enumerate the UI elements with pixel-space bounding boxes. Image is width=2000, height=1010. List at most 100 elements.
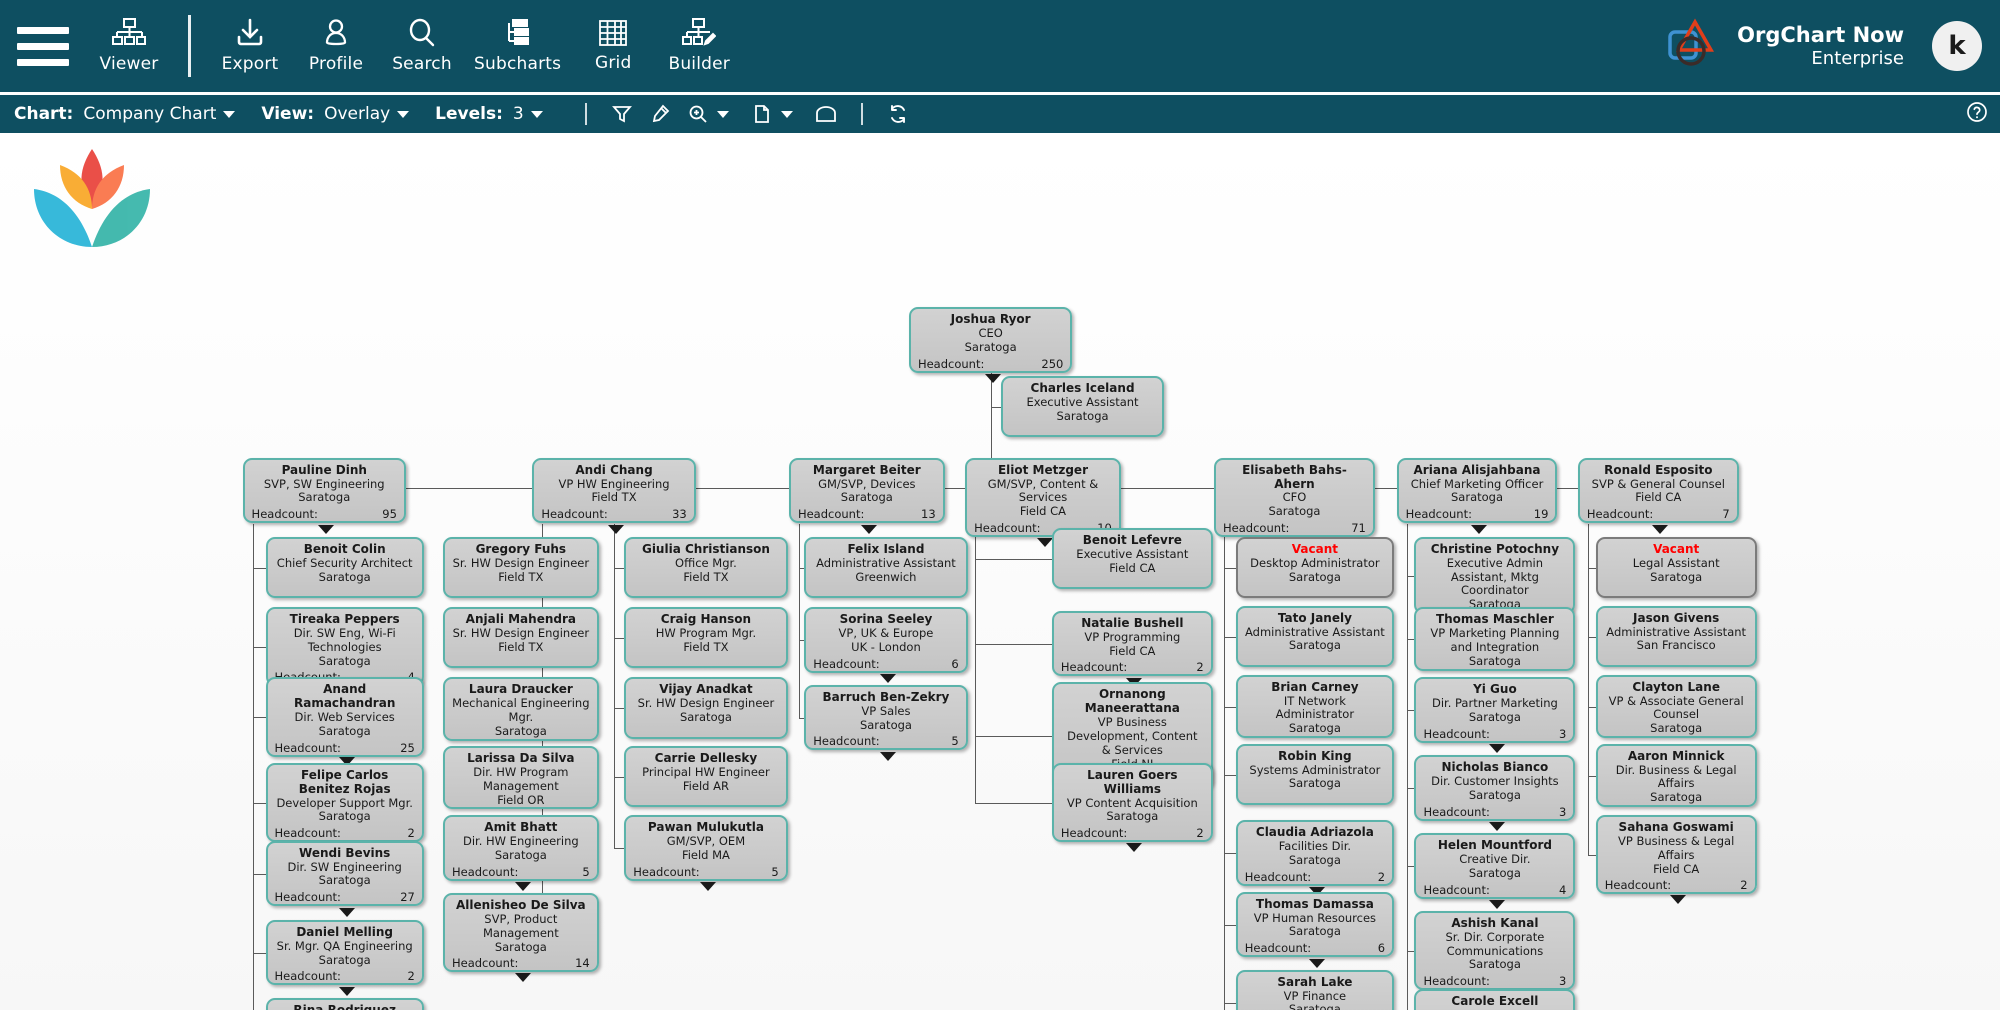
org-node[interactable]: Helen Mountford Creative Dir. Saratoga Head…	[1414, 833, 1576, 909]
org-node[interactable]: Jason Givens Administrative Assistant San …	[1595, 605, 1757, 668]
toolbar-item-grid[interactable]: Grid	[570, 0, 656, 94]
expand-children-triangle-icon[interactable]	[1670, 895, 1687, 905]
chart-selector-chevron-down-icon[interactable]	[223, 110, 236, 118]
org-node[interactable]: Thomas Damassa VP Human Resources Saratoga…	[1235, 891, 1395, 968]
org-node[interactable]: Daniel Melling Sr. Mgr. QA Engineering Sar…	[265, 919, 424, 996]
org-node[interactable]: Aaron Minnick Dir. Business & Legal Affai…	[1595, 743, 1757, 807]
org-node[interactable]: Vijay Anadkat Sr. HW Design Engineer Sarat…	[624, 677, 788, 739]
user-avatar[interactable]: k	[1932, 21, 1982, 71]
org-node[interactable]: Pauline Dinh SVP, SW Engineering Saratoga H…	[242, 457, 406, 534]
expand-children-triangle-icon[interactable]	[514, 973, 531, 982]
expand-children-triangle-icon[interactable]	[860, 524, 877, 534]
expand-children-triangle-icon[interactable]	[1488, 744, 1505, 754]
org-node[interactable]: Vacant Desktop Administrator Saratoga	[1235, 536, 1395, 599]
org-node[interactable]: Lauren Goers Williams VP Content Acquisit…	[1051, 762, 1213, 852]
expand-children-triangle-icon[interactable]	[1308, 958, 1325, 968]
toolbar-item-export[interactable]: Export	[207, 0, 293, 94]
org-node[interactable]: Tireaka Peppers Dir. SW Eng, Wi-Fi Techno…	[265, 607, 424, 697]
org-node[interactable]: Barruch Ben-Zekry VP Sales Saratoga Headcou…	[804, 684, 968, 761]
expand-children-triangle-icon[interactable]	[318, 524, 335, 534]
org-node[interactable]: Amit Bhatt Dir. HW Engineering Saratoga Hea…	[442, 815, 599, 892]
view-selector-chevron-down-icon[interactable]	[397, 110, 410, 118]
zoom-chevron-down-icon[interactable]	[716, 110, 729, 118]
org-node[interactable]: Joshua Ryor CEO Saratoga Headcount: 250	[908, 307, 1073, 384]
expand-children-triangle-icon[interactable]	[608, 524, 625, 534]
org-node[interactable]: Benoit Lefevre Executive Assistant Field C…	[1051, 527, 1213, 590]
org-node[interactable]: Felix Island Administrative Assistant Gree…	[804, 536, 968, 599]
chart-selector-value[interactable]: Company Chart	[83, 104, 216, 124]
org-node[interactable]: Clayton Lane VP & Associate General Couns…	[1595, 674, 1757, 738]
org-node[interactable]: Sarah LakeVP FinanceSaratogaHeadcount:19	[1235, 969, 1395, 1010]
expand-children-triangle-icon[interactable]	[1652, 524, 1669, 534]
toolbar-item-search[interactable]: Search	[379, 0, 465, 94]
highlighter-pen-icon[interactable]	[641, 99, 679, 129]
org-node[interactable]: Sorina Seeley VP, UK & Europe UK - London H…	[804, 607, 968, 684]
org-node[interactable]: Rina RodriguezVP Software, New ProductsS…	[265, 997, 424, 1010]
org-node[interactable]: Anjali Mahendra Sr. HW Design Engineer Fie…	[442, 607, 599, 669]
org-node[interactable]: Carole ExcellDir. Marketing Communicatio…	[1414, 988, 1576, 1010]
org-node[interactable]: Gregory Fuhs Sr. HW Design Engineer Field …	[442, 536, 599, 599]
org-node[interactable]: Giulia Christianson Office Mgr. Field TX	[624, 536, 788, 599]
org-node[interactable]: Ronald Esposito SVP & General Counsel Fiel…	[1577, 457, 1739, 534]
levels-selector-chevron-down-icon[interactable]	[530, 110, 543, 118]
org-node[interactable]: Anand Ramachandran Dir. Web Services Sarat…	[265, 677, 424, 767]
expand-children-triangle-icon[interactable]	[699, 882, 716, 892]
toolbar-item-profile[interactable]: Profile	[293, 0, 379, 94]
org-node[interactable]: Christine Potochny Executive Admin Assist…	[1414, 536, 1576, 614]
expand-children-triangle-icon[interactable]	[338, 986, 355, 996]
org-chart-canvas[interactable]: Joshua Ryor CEO Saratoga Headcount: 250 Charl…	[0, 133, 2000, 1010]
expand-children-triangle-icon[interactable]	[514, 882, 531, 892]
org-node[interactable]: Elisabeth Bahs-Ahern CFO Saratoga Headcount…	[1214, 457, 1375, 547]
org-node[interactable]: Andi Chang VP HW Engineering Field TX Headc…	[532, 457, 696, 534]
toolbar-item-subcharts[interactable]: Subcharts	[465, 0, 570, 94]
org-node[interactable]: Natalie Bushell VP Programming Field CA Hea…	[1051, 610, 1213, 687]
toolbar-item-builder[interactable]: Builder	[656, 0, 742, 94]
org-node[interactable]: Claudia Adriazola Facilities Dir. Saratoga…	[1235, 820, 1395, 897]
view-selector-value[interactable]: Overlay	[324, 104, 390, 124]
org-node[interactable]: Tato Janely Administrative Assistant Sarat…	[1235, 605, 1395, 668]
org-node[interactable]: Thomas Maschler VP Marketing Planning and…	[1414, 607, 1576, 671]
expand-children-triangle-icon[interactable]	[1036, 537, 1053, 547]
page-icon[interactable]	[743, 99, 781, 129]
org-node[interactable]: Ariana Alisjahbana Chief Marketing Office…	[1396, 457, 1558, 534]
org-node[interactable]: Vacant Legal Assistant Saratoga	[1595, 536, 1757, 599]
expand-children-triangle-icon[interactable]	[879, 674, 896, 684]
org-node[interactable]: Craig Hanson HW Program Mgr. Field TX	[624, 607, 788, 669]
org-node[interactable]: Nicholas Bianco Dir. Customer Insights Sar…	[1414, 755, 1576, 832]
headcount-label: Headcount:	[1244, 941, 1312, 956]
org-node[interactable]: Felipe Carlos Benitez Rojas Developer Sup…	[265, 762, 424, 852]
org-node[interactable]: Margaret Beiter GM/SVP, Devices Saratoga He…	[788, 457, 945, 534]
expand-children-triangle-icon[interactable]	[984, 374, 1001, 384]
expand-children-triangle-icon[interactable]	[338, 907, 355, 917]
hamburger-menu-icon[interactable]	[0, 26, 86, 66]
funnel-filter-icon[interactable]	[603, 99, 641, 129]
box-shape-icon[interactable]	[807, 99, 845, 129]
expand-children-triangle-icon[interactable]	[879, 751, 896, 761]
org-node[interactable]: Larissa Da Silva Dir. HW Program Manageme…	[442, 746, 599, 810]
org-node[interactable]: Ashish Kanal Sr. Dir. Corporate Communica…	[1414, 910, 1576, 1000]
refresh-icon[interactable]	[879, 99, 917, 129]
org-node[interactable]: Pawan Mulukutla GM/SVP, OEM Field MA Headco…	[624, 815, 788, 892]
toolbar-item-viewer[interactable]: Viewer	[86, 0, 172, 94]
headcount-value: 2	[1377, 869, 1386, 884]
org-node[interactable]: Yi Guo Dir. Partner Marketing Saratoga Head…	[1414, 677, 1576, 754]
page-chevron-down-icon[interactable]	[780, 110, 793, 118]
org-node[interactable]: Brian Carney IT Network Administrator Sara…	[1235, 674, 1395, 738]
org-node[interactable]: Laura Draucker Mechanical Engineering Mgr…	[442, 677, 599, 741]
expand-children-triangle-icon[interactable]	[1488, 900, 1505, 909]
org-node[interactable]: Sahana Goswami VP Business & Legal Affair…	[1595, 815, 1757, 905]
help-circle-icon[interactable]	[1966, 101, 1988, 127]
levels-selector-value[interactable]: 3	[513, 104, 524, 124]
org-node[interactable]: Charles Iceland Executive Assistant Sarato…	[1000, 375, 1165, 438]
node-title: SVP & General Counsel	[1591, 476, 1725, 491]
org-node[interactable]: Robin King Systems Administrator Saratoga	[1235, 743, 1395, 805]
org-node[interactable]: Carrie Dellesky Principal HW Engineer Fiel…	[624, 746, 788, 808]
org-node[interactable]: Wendi Bevins Dir. SW Engineering Saratoga H…	[265, 840, 424, 917]
expand-children-triangle-icon[interactable]	[1126, 842, 1143, 852]
org-node[interactable]: Allenisheo De Silva SVP, Product Manageme…	[442, 893, 599, 982]
org-node[interactable]: Benoit Colin Chief Security Architect Sara…	[265, 536, 424, 599]
zoom-in-icon[interactable]	[679, 99, 717, 129]
org-node[interactable]: Eliot Metzger GM/SVP, Content & Services F…	[965, 457, 1121, 547]
expand-children-triangle-icon[interactable]	[1471, 524, 1488, 534]
expand-children-triangle-icon[interactable]	[1488, 822, 1505, 832]
